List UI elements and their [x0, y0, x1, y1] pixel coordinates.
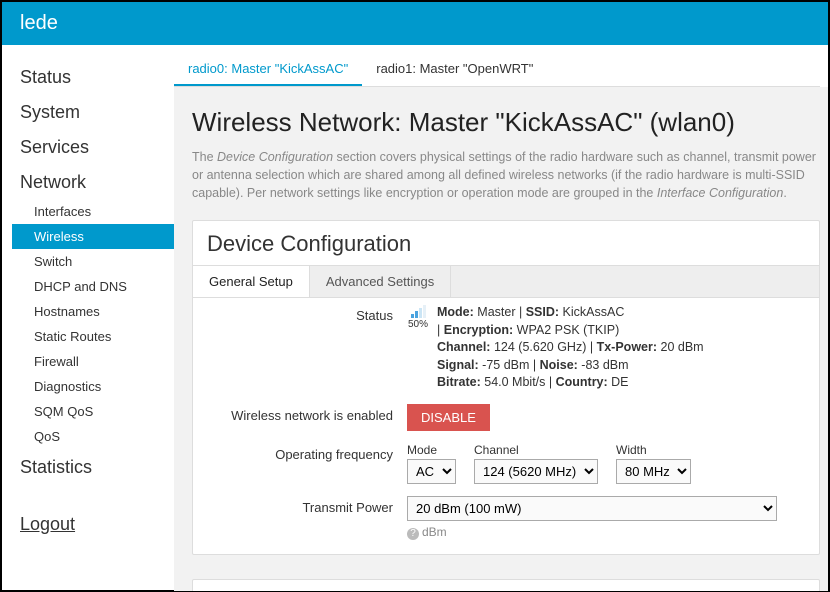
device-tabs: General Setup Advanced Settings: [193, 265, 819, 298]
help-icon: ?: [407, 528, 419, 540]
freq-label: Operating frequency: [207, 443, 407, 462]
transmit-power-row: Transmit Power 20 dBm (100 mW) ?dBm: [193, 490, 819, 546]
nav-firewall[interactable]: Firewall: [12, 349, 174, 374]
nav-status[interactable]: Status: [12, 59, 174, 94]
nav-hostnames[interactable]: Hostnames: [12, 299, 174, 324]
txpower-select[interactable]: 20 dBm (100 mW): [407, 496, 777, 521]
status-row: Status 50% Mode: Master | SSID: KickAssA…: [193, 298, 819, 398]
iface-section-title: Interface Configuration: [193, 580, 819, 591]
tab-advanced-settings[interactable]: Advanced Settings: [310, 266, 451, 297]
nav-diagnostics[interactable]: Diagnostics: [12, 374, 174, 399]
nav-network[interactable]: Network: [12, 164, 174, 199]
signal-percent: 50%: [408, 319, 428, 330]
sidebar: Status System Services Network Interface…: [2, 45, 174, 591]
brand-label: lede: [20, 12, 58, 34]
enable-row: Wireless network is enabled DISABLE: [193, 398, 819, 437]
nav-sqm-qos[interactable]: SQM QoS: [12, 399, 174, 424]
status-label: Status: [207, 304, 407, 323]
operating-frequency-row: Operating frequency Mode AC Channel 124 …: [193, 437, 819, 490]
txpower-help: ?dBm: [407, 525, 805, 540]
txpower-label: Transmit Power: [207, 496, 407, 515]
nav-statistics[interactable]: Statistics: [12, 449, 174, 484]
enable-label: Wireless network is enabled: [207, 404, 407, 423]
nav-dhcp-dns[interactable]: DHCP and DNS: [12, 274, 174, 299]
channel-select[interactable]: 124 (5620 MHz): [474, 459, 598, 484]
app-header: lede: [2, 2, 828, 45]
disable-button[interactable]: DISABLE: [407, 404, 490, 431]
tab-general-setup[interactable]: General Setup: [193, 266, 310, 297]
width-select[interactable]: 80 MHz: [616, 459, 691, 484]
channel-caption: Channel: [474, 443, 598, 457]
interface-configuration-section: Interface Configuration General Setup Wi…: [192, 579, 820, 591]
nav-system[interactable]: System: [12, 94, 174, 129]
nav-qos[interactable]: QoS: [12, 424, 174, 449]
nav-static-routes[interactable]: Static Routes: [12, 324, 174, 349]
radio-tabs: radio0: Master "KickAssAC" radio1: Maste…: [174, 53, 820, 87]
radio-tab-1[interactable]: radio1: Master "OpenWRT": [362, 53, 547, 86]
nav-switch[interactable]: Switch: [12, 249, 174, 274]
signal-strength-icon: 50%: [407, 304, 429, 330]
content-area: radio0: Master "KickAssAC" radio1: Maste…: [174, 45, 828, 591]
mode-select[interactable]: AC: [407, 459, 456, 484]
width-caption: Width: [616, 443, 691, 457]
radio-tab-0[interactable]: radio0: Master "KickAssAC": [174, 53, 362, 86]
page-title: Wireless Network: Master "KickAssAC" (wl…: [192, 107, 828, 138]
nav-wireless[interactable]: Wireless: [12, 224, 182, 249]
device-section-title: Device Configuration: [193, 221, 819, 265]
device-configuration-section: Device Configuration General Setup Advan…: [192, 220, 820, 555]
mode-caption: Mode: [407, 443, 456, 457]
status-text: Mode: Master | SSID: KickAssAC | Encrypt…: [437, 304, 704, 392]
nav-interfaces[interactable]: Interfaces: [12, 199, 174, 224]
nav-services[interactable]: Services: [12, 129, 174, 164]
page-description: The Device Configuration section covers …: [192, 148, 822, 202]
logout-link[interactable]: Logout: [12, 506, 174, 541]
